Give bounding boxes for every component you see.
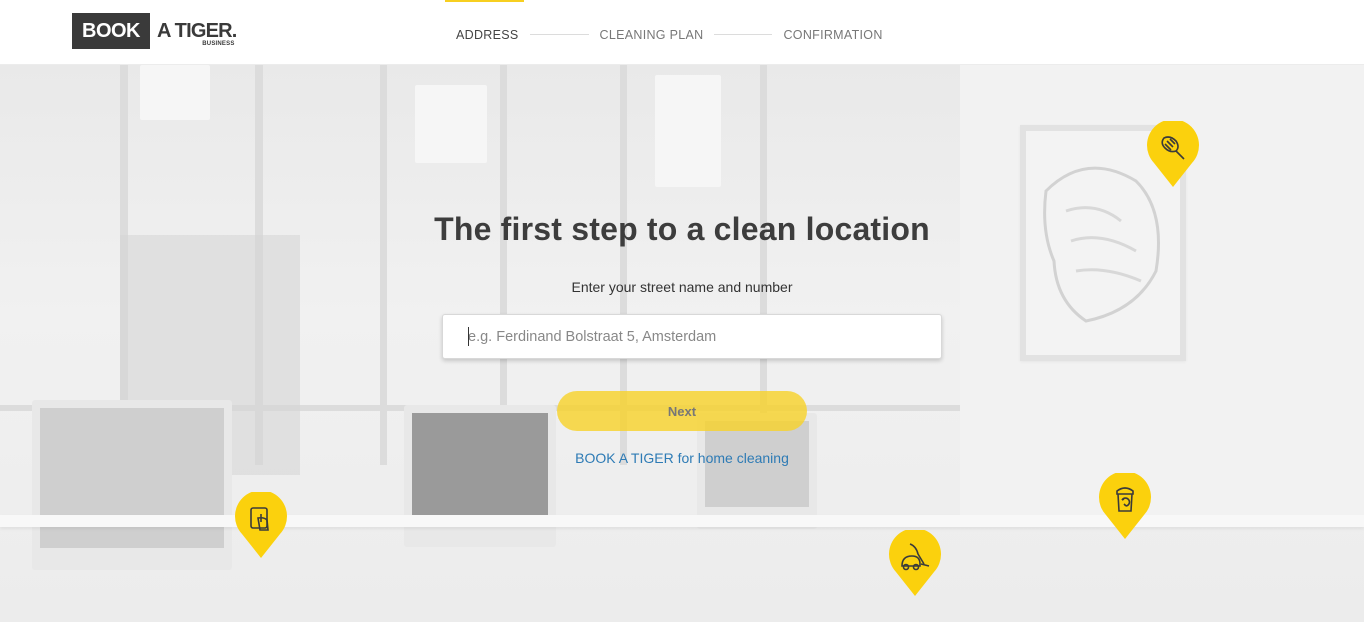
step-address: ADDRESS xyxy=(445,0,530,65)
progress-steps: ADDRESS CLEANING PLAN CONFIRMATION xyxy=(445,0,894,65)
address-input[interactable] xyxy=(442,314,942,359)
duster-pin xyxy=(1146,121,1200,189)
vacuum-pin xyxy=(888,530,942,598)
book-a-tiger-logo[interactable]: BOOK A TIGER. BUSINESS xyxy=(72,13,237,49)
step-confirmation: CONFIRMATION xyxy=(783,28,883,42)
hero-title: The first step to a clean location xyxy=(434,211,930,247)
step-divider xyxy=(529,34,589,35)
text-cursor xyxy=(468,327,469,346)
address-label: Enter your street name and number xyxy=(571,279,793,295)
logo-box: BOOK xyxy=(72,13,150,49)
logo-subtitle: BUSINESS xyxy=(202,41,235,47)
top-header: BOOK A TIGER. BUSINESS ADDRESS CLEANING … xyxy=(0,0,1364,65)
next-button[interactable]: Next xyxy=(557,391,807,431)
recycle-bin-pin xyxy=(1098,473,1152,541)
step-divider xyxy=(714,34,773,35)
step-cleaning-plan: CLEANING PLAN xyxy=(599,28,704,42)
hero-section: The first step to a clean location Enter… xyxy=(0,65,1364,622)
home-cleaning-link[interactable]: BOOK A TIGER for home cleaning xyxy=(575,450,789,466)
tablet-pin xyxy=(234,492,288,560)
